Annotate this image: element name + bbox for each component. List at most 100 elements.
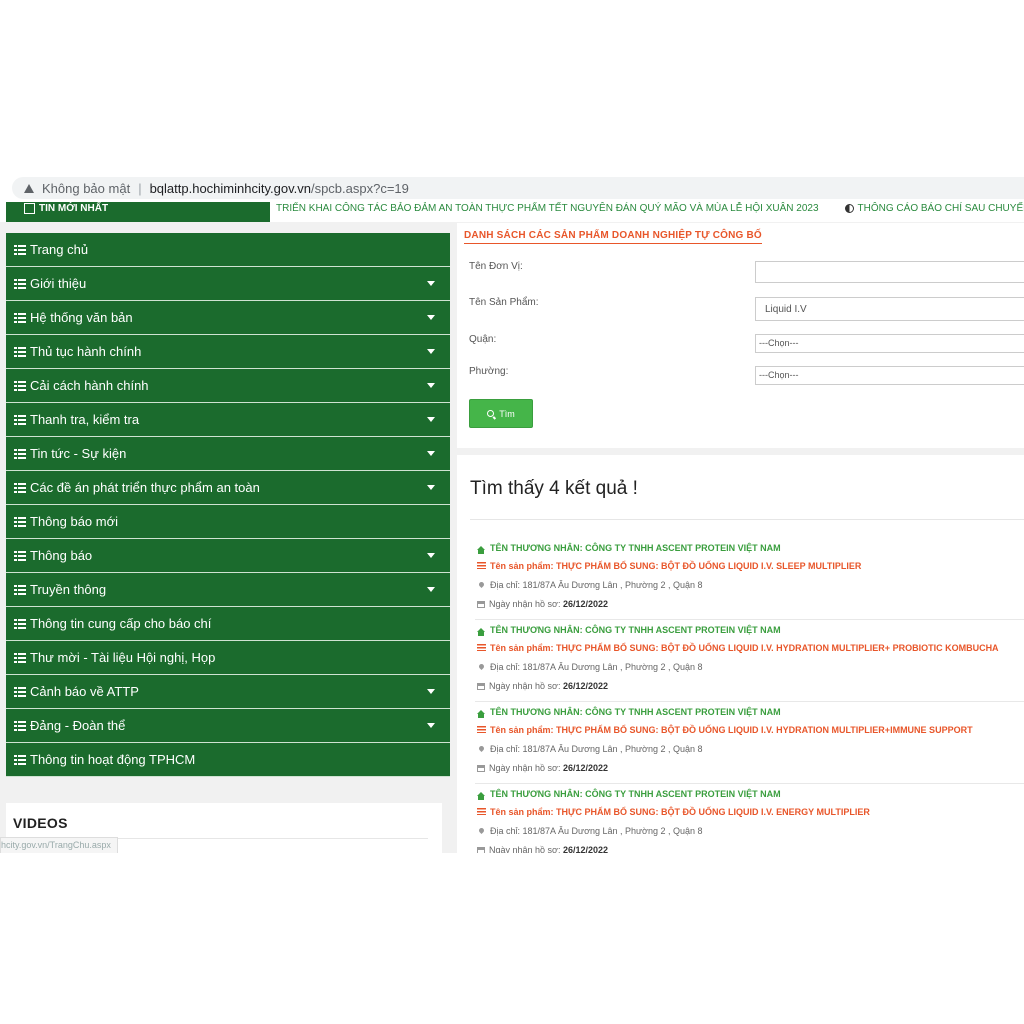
result-product[interactable]: Tên sản phẩm: THỰC PHẨM BỔ SUNG: BỘT ĐỒ …	[477, 725, 973, 735]
result-item: TÊN THƯƠNG NHÂN: CÔNG TY TNHH ASCENT PRO…	[475, 620, 1024, 702]
result-company[interactable]: TÊN THƯƠNG NHÂN: CÔNG TY TNHH ASCENT PRO…	[477, 789, 781, 800]
caret-down-icon[interactable]	[427, 587, 435, 592]
sidebar-item-thong-bao[interactable]: Thông báo	[6, 539, 450, 573]
result-product[interactable]: Tên sản phẩm: THỰC PHẨM BỔ SUNG: BỘT ĐỒ …	[477, 561, 861, 571]
caret-down-icon[interactable]	[427, 723, 435, 728]
sidebar-item-he-thong-van-ban[interactable]: Hệ thống văn bản	[6, 301, 450, 335]
result-address: Địa chỉ: 181/87A Âu Dương Lân , Phường 2…	[477, 580, 702, 590]
caret-down-icon[interactable]	[427, 417, 435, 422]
results-heading: Tìm thấy 4 kết quả !	[470, 478, 638, 499]
district-select[interactable]: ---Chọn---	[755, 334, 1024, 353]
company-text[interactable]: TÊN THƯƠNG NHÂN: CÔNG TY TNHH ASCENT PRO…	[490, 789, 781, 799]
warning-icon	[24, 183, 34, 193]
result-date: Ngày nhận hồ sơ: 26/12/2022	[477, 681, 608, 691]
address-text: Địa chỉ: 181/87A Âu Dương Lân , Phường 2…	[490, 826, 703, 836]
address-bar[interactable]: Không bảo mật | bqlattp.hochiminhcity.go…	[12, 177, 1024, 199]
list-icon	[14, 244, 26, 255]
sidebar-item-label: Thủ tục hành chính	[30, 344, 142, 359]
unit-label: Tên Đơn Vị:	[469, 261, 523, 272]
sidebar-item-trang-chu[interactable]: Trang chủ	[6, 233, 450, 267]
sidebar-item-label: Truyền thông	[30, 582, 107, 597]
sidebar-item-dang-doan-the[interactable]: Đảng - Đoàn thể	[6, 709, 450, 743]
list-icon	[14, 686, 26, 697]
company-text[interactable]: TÊN THƯƠNG NHÂN: CÔNG TY TNHH ASCENT PRO…	[490, 543, 781, 553]
url-path[interactable]: /spcb.aspx?c=19	[311, 181, 409, 196]
product-text[interactable]: Tên sản phẩm: THỰC PHẨM BỔ SUNG: BỘT ĐỒ …	[490, 561, 861, 571]
sidebar-item-label: Hệ thống văn bản	[30, 310, 133, 325]
calendar-icon	[477, 765, 485, 772]
caret-down-icon[interactable]	[427, 451, 435, 456]
list-icon	[14, 550, 26, 561]
caret-down-icon[interactable]	[427, 349, 435, 354]
caret-down-icon[interactable]	[427, 485, 435, 490]
sidebar-item-de-an[interactable]: Các đề án phát triển thực phẩm an toàn	[6, 471, 450, 505]
caret-down-icon[interactable]	[427, 383, 435, 388]
ticker-item[interactable]: TRIỂN KHAI CÔNG TÁC BẢO ĐẢM AN TOÀN THỰC…	[276, 203, 819, 214]
list-icon	[14, 278, 26, 289]
sidebar-item-tin-tuc[interactable]: Tin tức - Sự kiện	[6, 437, 450, 471]
list-icon	[14, 482, 26, 493]
result-company[interactable]: TÊN THƯƠNG NHÂN: CÔNG TY TNHH ASCENT PRO…	[477, 707, 781, 718]
sidebar-item-thanh-tra[interactable]: Thanh tra, kiểm tra	[6, 403, 450, 437]
result-product[interactable]: Tên sản phẩm: THỰC PHẨM BỔ SUNG: BỘT ĐỒ …	[477, 643, 999, 653]
sidebar-item-tphcm[interactable]: Thông tin hoạt động TPHCM	[6, 743, 450, 777]
sidebar-item-thu-moi[interactable]: Thư mời - Tài liệu Hội nghị, Họp	[6, 641, 450, 675]
ticker-item[interactable]: THÔNG CÁO BÁO CHÍ SAU CHUYẾN CÔNG T	[858, 203, 1024, 214]
sidebar-item-label: Thư mời - Tài liệu Hội nghị, Họp	[30, 650, 216, 665]
ward-label: Phường:	[469, 366, 509, 377]
product-text[interactable]: Tên sản phẩm: THỰC PHẨM BỔ SUNG: BỘT ĐỒ …	[490, 725, 973, 735]
map-marker-icon	[477, 744, 486, 753]
form-title: DANH SÁCH CÁC SẢN PHẨM DOANH NGHIỆP TỰ C…	[464, 230, 762, 244]
sidebar-item-label: Giới thiệu	[30, 276, 87, 291]
result-company[interactable]: TÊN THƯƠNG NHÂN: CÔNG TY TNHH ASCENT PRO…	[477, 543, 781, 554]
search-form-panel: DANH SÁCH CÁC SẢN PHẨM DOANH NGHIỆP TỰ C…	[457, 223, 1024, 448]
home-icon	[477, 710, 485, 718]
browser-url-bar: Không bảo mật | bqlattp.hochiminhcity.go…	[0, 172, 1024, 203]
list-icon	[14, 414, 26, 425]
result-product[interactable]: Tên sản phẩm: THỰC PHẨM BỔ SUNG: BỘT ĐỒ …	[477, 807, 870, 817]
unit-input[interactable]	[755, 261, 1024, 283]
search-button[interactable]: Tìm	[469, 399, 533, 428]
sidebar-item-truyen-thong[interactable]: Truyền thông	[6, 573, 450, 607]
ticker-label: TIN MỚI NHẤT	[39, 203, 109, 214]
results-panel: Tìm thấy 4 kết quả ! TÊN THƯƠNG NHÂN: CÔ…	[457, 455, 1024, 853]
list-icon	[14, 380, 26, 391]
sidebar-item-gioi-thieu[interactable]: Giới thiệu	[6, 267, 450, 301]
sidebar-item-bao-chi[interactable]: Thông tin cung cấp cho báo chí	[6, 607, 450, 641]
sidebar-item-thong-bao-moi[interactable]: Thông báo mới	[6, 505, 450, 539]
address-text: Địa chỉ: 181/87A Âu Dương Lân , Phường 2…	[490, 662, 703, 672]
list-icon	[14, 584, 26, 595]
sidebar-item-cai-cach-hanh-chinh[interactable]: Cải cách hành chính	[6, 369, 450, 403]
caret-down-icon[interactable]	[427, 553, 435, 558]
result-address: Địa chỉ: 181/87A Âu Dương Lân , Phường 2…	[477, 744, 702, 754]
caret-down-icon[interactable]	[427, 689, 435, 694]
sidebar-item-label: Thông tin hoạt động TPHCM	[30, 752, 196, 767]
security-label[interactable]: Không bảo mật	[42, 181, 130, 196]
product-input[interactable]: Liquid I.V	[755, 297, 1024, 321]
product-text[interactable]: Tên sản phẩm: THỰC PHẨM BỔ SUNG: BỘT ĐỒ …	[490, 643, 999, 653]
result-company[interactable]: TÊN THƯƠNG NHÂN: CÔNG TY TNHH ASCENT PRO…	[477, 625, 781, 636]
result-date: Ngày nhận hồ sơ: 26/12/2022	[477, 845, 608, 853]
home-icon	[477, 628, 485, 636]
caret-down-icon[interactable]	[427, 281, 435, 286]
sidebar-item-label: Các đề án phát triển thực phẩm an toàn	[30, 480, 260, 495]
news-ticker: TIN MỚI NHẤT TRIỂN KHAI CÔNG TÁC BẢO ĐẢM…	[0, 202, 1024, 222]
list-icon	[14, 618, 26, 629]
ward-select[interactable]: ---Chọn---	[755, 366, 1024, 385]
calendar-icon	[477, 601, 485, 608]
list-icon	[14, 754, 26, 765]
result-date: Ngày nhận hồ sơ: 26/12/2022	[477, 599, 608, 609]
search-button-label: Tìm	[499, 408, 515, 419]
map-marker-icon	[477, 826, 486, 835]
company-text[interactable]: TÊN THƯƠNG NHÂN: CÔNG TY TNHH ASCENT PRO…	[490, 707, 781, 717]
company-text[interactable]: TÊN THƯƠNG NHÂN: CÔNG TY TNHH ASCENT PRO…	[490, 625, 781, 635]
sidebar-item-thu-tuc-hanh-chinh[interactable]: Thủ tục hành chính	[6, 335, 450, 369]
home-icon	[477, 792, 485, 800]
results-divider	[470, 519, 1024, 520]
caret-down-icon[interactable]	[427, 315, 435, 320]
product-text[interactable]: Tên sản phẩm: THỰC PHẨM BỔ SUNG: BỘT ĐỒ …	[490, 807, 870, 817]
sidebar-item-canh-bao[interactable]: Cảnh báo về ATTP	[6, 675, 450, 709]
url-host[interactable]: bqlattp.hochiminhcity.gov.vn	[150, 181, 311, 196]
ticker-items: TRIỂN KHAI CÔNG TÁC BẢO ĐẢM AN TOÀN THỰC…	[276, 202, 1024, 222]
result-address: Địa chỉ: 181/87A Âu Dương Lân , Phường 2…	[477, 662, 702, 672]
